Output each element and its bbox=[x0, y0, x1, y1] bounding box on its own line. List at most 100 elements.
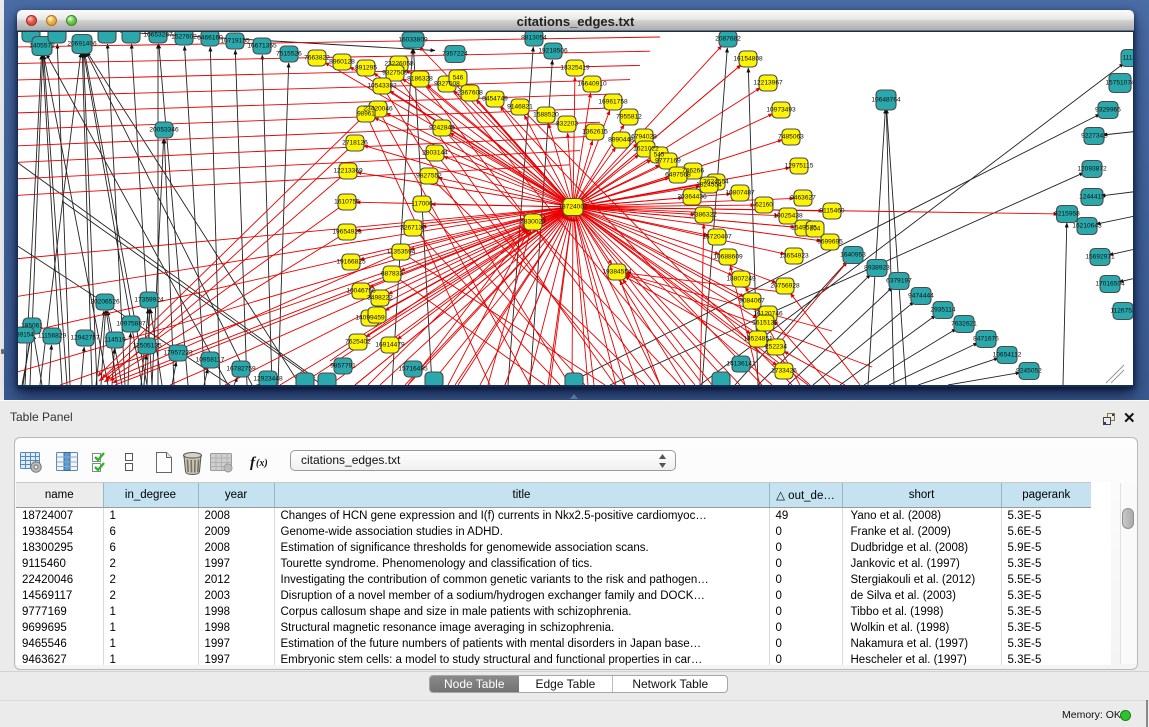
svg-text:20206526: 20206526 bbox=[90, 299, 120, 306]
svg-text:18807249: 18807249 bbox=[726, 276, 756, 283]
svg-text:2718126: 2718126 bbox=[342, 140, 368, 147]
svg-text:19218506: 19218506 bbox=[538, 48, 568, 55]
svg-text:6794028: 6794028 bbox=[631, 134, 657, 141]
svg-text:2087682: 2087682 bbox=[715, 36, 741, 43]
svg-text:546: 546 bbox=[453, 75, 464, 82]
svg-text:12975115: 12975115 bbox=[785, 163, 814, 170]
svg-text:891295: 891295 bbox=[355, 65, 377, 72]
svg-text:16914479: 16914479 bbox=[375, 342, 405, 349]
svg-text:8938923: 8938923 bbox=[864, 265, 890, 272]
svg-text:804: 804 bbox=[810, 226, 821, 233]
svg-text:12213967: 12213967 bbox=[753, 80, 783, 87]
svg-text:10654112: 10654112 bbox=[993, 352, 1022, 359]
svg-text:7955812: 7955812 bbox=[616, 114, 642, 121]
svg-text:7632621: 7632621 bbox=[951, 321, 977, 328]
svg-text:9827552: 9827552 bbox=[416, 173, 442, 180]
svg-text:887833: 887833 bbox=[381, 271, 403, 278]
svg-text:7625402: 7625402 bbox=[345, 339, 371, 346]
svg-text:98961: 98961 bbox=[357, 111, 375, 118]
svg-text:11125: 11125 bbox=[1123, 55, 1133, 62]
svg-text:15692971: 15692971 bbox=[1085, 254, 1115, 261]
svg-text:1615132: 1615132 bbox=[752, 320, 778, 327]
svg-text:10648764: 10648764 bbox=[871, 97, 901, 104]
svg-text:19654925: 19654925 bbox=[332, 229, 362, 236]
svg-text:16961758: 16961758 bbox=[598, 99, 628, 106]
svg-text:2367608: 2367608 bbox=[457, 90, 483, 97]
svg-text:1830023: 1830023 bbox=[520, 219, 546, 226]
svg-text:1126753: 1126753 bbox=[1110, 308, 1133, 315]
svg-text:20691406: 20691406 bbox=[67, 41, 97, 48]
svg-text:11353594: 11353594 bbox=[387, 249, 416, 256]
svg-text:10653287: 10653287 bbox=[143, 32, 173, 39]
svg-text:16782759: 16782759 bbox=[226, 366, 256, 373]
svg-text:16154808: 16154808 bbox=[733, 56, 763, 63]
svg-text:252234: 252234 bbox=[765, 344, 787, 351]
svg-text:10719155: 10719155 bbox=[220, 38, 250, 45]
svg-text:17016504: 17016504 bbox=[1095, 281, 1125, 288]
svg-text:7515526: 7515526 bbox=[276, 51, 302, 58]
svg-text:9115460: 9115460 bbox=[819, 208, 845, 215]
svg-text:10025438: 10025438 bbox=[773, 213, 803, 220]
svg-text:12505135: 12505135 bbox=[132, 343, 162, 350]
svg-text:17957223: 17957223 bbox=[163, 350, 193, 357]
svg-text:9463627: 9463627 bbox=[790, 195, 816, 202]
svg-text:9329966: 9329966 bbox=[1095, 107, 1121, 114]
svg-text:7357224: 7357224 bbox=[442, 51, 468, 58]
svg-text:39154: 39154 bbox=[18, 332, 34, 339]
svg-text:114519: 114519 bbox=[104, 337, 126, 344]
svg-text:9777169: 9777169 bbox=[655, 158, 681, 165]
svg-text:9146821: 9146821 bbox=[507, 104, 533, 111]
svg-text:8471676: 8471676 bbox=[973, 336, 999, 343]
svg-text:2935114: 2935114 bbox=[930, 307, 956, 314]
svg-text:1610755: 1610755 bbox=[334, 199, 360, 206]
svg-text:1527602: 1527602 bbox=[171, 34, 197, 41]
svg-text:6379197: 6379197 bbox=[886, 278, 912, 285]
svg-text:17359924: 17359924 bbox=[134, 297, 164, 304]
svg-text:9857791: 9857791 bbox=[330, 363, 356, 370]
svg-text:6497568: 6497568 bbox=[665, 172, 691, 179]
svg-text:10807487: 10807487 bbox=[725, 190, 755, 197]
svg-text:15720407: 15720407 bbox=[702, 234, 732, 241]
svg-text:(x): (x) bbox=[256, 458, 268, 469]
svg-text:8215958: 8215958 bbox=[1054, 211, 1080, 218]
svg-text:6466160: 6466160 bbox=[197, 35, 223, 42]
svg-text:8813054: 8813054 bbox=[521, 35, 547, 42]
svg-text:3267130: 3267130 bbox=[400, 225, 426, 232]
svg-text:18724007: 18724007 bbox=[558, 204, 588, 211]
svg-text:9327508: 9327508 bbox=[434, 81, 460, 88]
svg-text:8186328: 8186328 bbox=[407, 76, 433, 83]
svg-text:12093872: 12093872 bbox=[1077, 166, 1107, 173]
svg-text:16033809: 16033809 bbox=[398, 37, 428, 44]
svg-text:12923448: 12923448 bbox=[253, 376, 283, 383]
svg-text:16640910: 16640910 bbox=[577, 81, 607, 88]
svg-text:1824554: 1824554 bbox=[696, 182, 722, 189]
svg-text:1640953: 1640953 bbox=[840, 252, 866, 259]
svg-text:7386322: 7386322 bbox=[691, 212, 717, 219]
svg-text:19524851: 19524851 bbox=[743, 336, 773, 343]
svg-text:20364436: 20364436 bbox=[677, 194, 707, 201]
svg-text:117006: 117006 bbox=[411, 201, 433, 208]
svg-text:10046756: 10046756 bbox=[346, 288, 376, 295]
svg-text:8454749: 8454749 bbox=[482, 96, 508, 103]
svg-text:16671355: 16671355 bbox=[247, 43, 277, 50]
svg-text:1588520: 1588520 bbox=[533, 112, 559, 119]
svg-text:10958117: 10958117 bbox=[196, 357, 225, 364]
svg-text:9227342: 9227342 bbox=[1081, 133, 1107, 140]
svg-text:2803144: 2803144 bbox=[422, 150, 448, 157]
svg-text:15716485: 15716485 bbox=[398, 366, 428, 373]
svg-text:10975887: 10975887 bbox=[116, 321, 146, 328]
svg-text:9245052: 9245052 bbox=[1016, 368, 1042, 375]
svg-text:16120746: 16120746 bbox=[753, 311, 783, 318]
svg-text:1733426: 1733426 bbox=[771, 368, 797, 375]
svg-text:12213369: 12213369 bbox=[333, 168, 363, 175]
svg-text:1405572: 1405572 bbox=[29, 43, 55, 50]
svg-text:23226058: 23226058 bbox=[384, 61, 414, 68]
svg-text:9084067: 9084067 bbox=[739, 298, 765, 305]
svg-text:9474444: 9474444 bbox=[908, 293, 934, 300]
svg-text:13654923: 13654923 bbox=[779, 253, 809, 260]
svg-text:8960128: 8960128 bbox=[329, 59, 355, 66]
svg-text:1244415: 1244415 bbox=[1079, 194, 1105, 201]
svg-text:3498222: 3498222 bbox=[367, 295, 393, 302]
svg-text:1362615: 1362615 bbox=[582, 129, 608, 136]
svg-text:7663822: 7663822 bbox=[304, 55, 330, 62]
